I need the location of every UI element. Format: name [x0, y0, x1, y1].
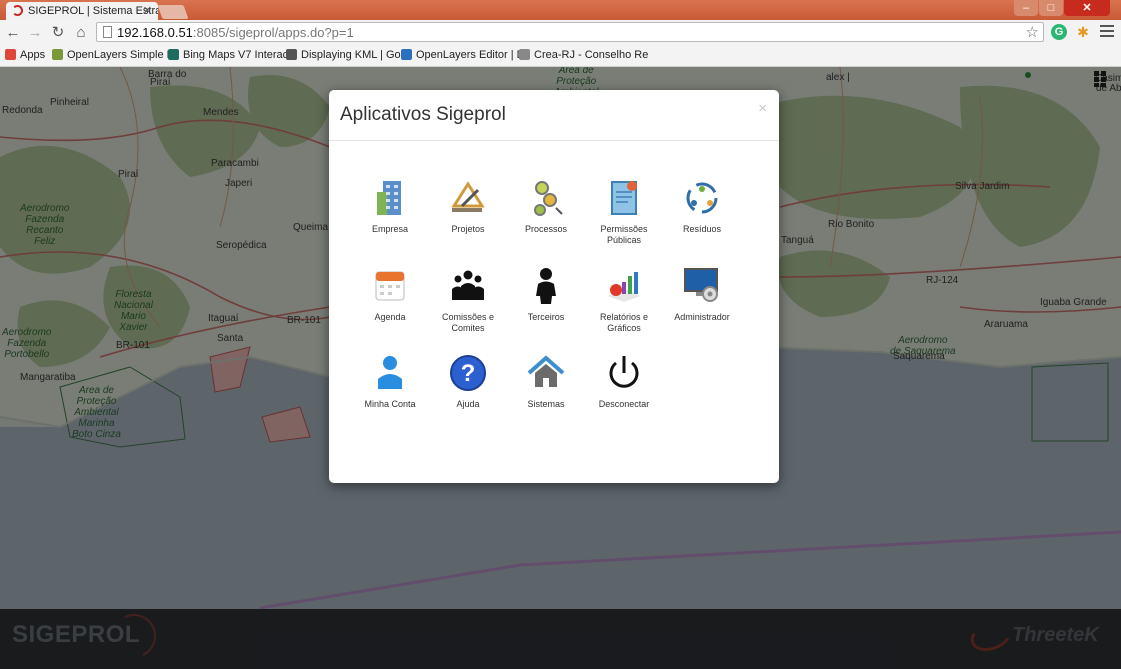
window-minimize-button[interactable]: –	[1014, 0, 1038, 16]
browser-tab[interactable]: SIGEPROL | Sistema Estrat ✕	[6, 2, 158, 20]
app-permissoes-publicas[interactable]: Permissões Públicas	[585, 178, 663, 246]
app-label: Minha Conta	[364, 399, 416, 409]
app-desconectar[interactable]: Desconectar	[585, 353, 663, 410]
modal-header: Aplicativos Sigeprol ×	[329, 90, 779, 141]
svg-text:?: ?	[461, 360, 476, 387]
app-label: Terceiros	[527, 312, 565, 322]
extension-puzzle-icon[interactable]: ✱	[1075, 24, 1091, 40]
bookmark-item[interactable]: Displaying KML | Go	[286, 49, 401, 63]
bookmark-label: Crea-RJ - Conselho Re	[534, 49, 649, 61]
home-icon	[526, 353, 566, 393]
modal-close-button[interactable]: ×	[758, 100, 767, 117]
back-arrow-icon[interactable]: ←	[4, 24, 22, 42]
bookmark-favicon-icon	[401, 49, 412, 60]
window-close-button[interactable]: ✕	[1064, 0, 1110, 16]
browser-menu-icon[interactable]	[1100, 25, 1114, 40]
certificate-icon	[604, 178, 644, 218]
building-icon	[370, 178, 410, 218]
url-text: 192.168.0.51:8085/sigeprol/apps.do?p=1	[117, 25, 354, 40]
forward-arrow-icon[interactable]: →	[26, 24, 44, 42]
app-label: Ajuda	[456, 399, 480, 409]
bookmark-label: Apps	[20, 49, 46, 61]
app-label: Administrador	[674, 312, 730, 322]
drafting-tools-icon	[448, 178, 488, 218]
chart-icon	[604, 266, 644, 306]
bookmark-item[interactable]: Apps	[5, 49, 45, 63]
calendar-icon	[370, 266, 410, 306]
reload-icon[interactable]: ↻	[49, 24, 67, 42]
tab-title: SIGEPROL | Sistema Estrat	[28, 5, 158, 17]
bookmark-label: OpenLayers Editor | D	[416, 49, 525, 61]
tab-close-icon[interactable]: ✕	[143, 4, 152, 17]
bookmark-favicon-icon	[52, 49, 63, 60]
app-ajuda[interactable]: ? Ajuda	[429, 353, 507, 410]
bookmark-favicon-icon	[519, 49, 530, 60]
bookmark-item[interactable]: Bing Maps V7 Interact	[168, 49, 291, 63]
page-icon	[103, 26, 112, 38]
home-button-icon[interactable]: ⌂	[72, 24, 90, 42]
app-terceiros[interactable]: Terceiros	[507, 266, 585, 323]
bookmark-label: OpenLayers Simple E	[67, 49, 174, 61]
browser-toolbar: ← → ↻ ⌂ 192.168.0.51:8085/sigeprol/apps.…	[0, 20, 1121, 46]
app-label: Resíduos	[682, 224, 722, 234]
bookmark-label: Bing Maps V7 Interact	[183, 49, 292, 61]
app-label: Comissões e Comites	[441, 312, 495, 333]
modal-title: Aplicativos Sigeprol	[340, 104, 506, 125]
bookmark-item[interactable]: OpenLayers Simple E	[52, 49, 174, 63]
apps-modal: Aplicativos Sigeprol × Empresa Projetos Pr…	[329, 90, 779, 483]
app-label: Agenda	[374, 312, 406, 322]
app-label: Processos	[524, 224, 568, 234]
power-icon	[604, 353, 644, 393]
app-label: Desconectar	[598, 399, 650, 409]
bookmark-label: Displaying KML | Go	[301, 49, 401, 61]
gears-icon	[526, 178, 566, 218]
group-icon	[448, 266, 488, 306]
window-maximize-button[interactable]: □	[1039, 0, 1063, 16]
app-label: Sistemas	[527, 399, 565, 409]
app-minha-conta[interactable]: Minha Conta	[351, 353, 429, 410]
admin-monitor-icon	[682, 266, 722, 306]
bookmark-favicon-icon	[168, 49, 179, 60]
recycle-icon	[682, 178, 722, 218]
app-empresa[interactable]: Empresa	[351, 178, 429, 235]
bookmark-item[interactable]: Crea-RJ - Conselho Re	[519, 49, 648, 63]
bookmarks-bar: Apps OpenLayers Simple E Bing Maps V7 Inte…	[0, 46, 1121, 67]
sigeprol-favicon-icon	[12, 5, 23, 16]
extension-grammarly-icon[interactable]: G	[1051, 24, 1067, 40]
app-projetos[interactable]: Projetos	[429, 178, 507, 235]
app-label: Empresa	[371, 224, 408, 234]
app-sistemas[interactable]: Sistemas	[507, 353, 585, 410]
app-comissoes-e-comites[interactable]: Comissões e Comites	[429, 266, 507, 334]
app-administrador[interactable]: Administrador	[663, 266, 741, 323]
bookmark-favicon-icon	[286, 49, 297, 60]
app-label: Permissões Públicas	[600, 224, 648, 245]
user-account-icon	[370, 353, 410, 393]
bookmark-favicon-icon	[5, 49, 16, 60]
new-tab-button[interactable]	[157, 5, 189, 19]
app-relatorios-e-graficos[interactable]: Relatórios e Gráficos	[585, 266, 663, 334]
bookmark-star-icon[interactable]: ☆	[1026, 23, 1039, 41]
app-label: Projetos	[451, 224, 485, 234]
help-icon: ?	[448, 353, 488, 393]
person-icon	[526, 266, 566, 306]
app-processos[interactable]: Processos	[507, 178, 585, 235]
browser-titlebar: SIGEPROL | Sistema Estrat ✕ – □ ✕	[0, 0, 1121, 20]
app-agenda[interactable]: Agenda	[351, 266, 429, 323]
bookmark-item[interactable]: OpenLayers Editor | D	[401, 49, 525, 63]
app-label: Relatórios e Gráficos	[599, 312, 649, 333]
address-bar[interactable]: 192.168.0.51:8085/sigeprol/apps.do?p=1 ☆	[96, 22, 1044, 42]
app-residuos[interactable]: Resíduos	[663, 178, 741, 235]
